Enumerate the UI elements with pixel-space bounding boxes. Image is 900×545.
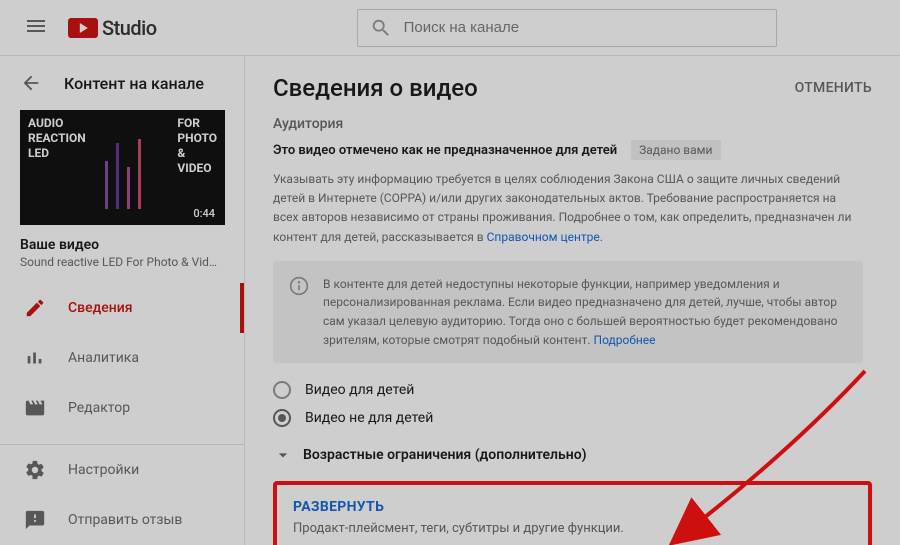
editor-icon <box>24 397 46 419</box>
sidebar-item-details[interactable]: Сведения <box>0 283 244 333</box>
audience-badge: Задано вами <box>631 140 720 160</box>
sidebar-item-label: Настройки <box>68 462 139 478</box>
sidebar-item-label: Аналитика <box>68 350 139 366</box>
search-input[interactable] <box>404 19 764 36</box>
sidebar: Контент на канале AUDIO REACTION LED FOR… <box>0 56 245 545</box>
thumb-text-left: AUDIO REACTION LED <box>28 116 86 161</box>
sidebar-item-editor[interactable]: Редактор <box>0 383 244 433</box>
age-restriction-label: Возрастные ограничения (дополнительно) <box>303 447 587 463</box>
radio-not-for-kids[interactable]: Видео не для детей <box>273 409 872 427</box>
your-video-heading: Ваше видео <box>20 237 224 253</box>
cancel-button[interactable]: ОТМЕНИТЬ <box>795 80 872 96</box>
sidebar-item-settings[interactable]: Настройки <box>0 445 244 495</box>
video-thumbnail[interactable]: AUDIO REACTION LED FOR PHOTO & VIDEO 0:4… <box>20 110 225 225</box>
youtube-icon <box>68 18 98 38</box>
sidebar-item-analytics[interactable]: Аналитика <box>0 333 244 383</box>
radio-icon <box>273 381 291 399</box>
search-icon <box>370 17 392 39</box>
thumb-visualizer <box>105 139 141 209</box>
sidebar-item-label: Сведения <box>68 300 133 316</box>
top-header: Studio <box>0 0 900 56</box>
search-box[interactable] <box>357 9 777 47</box>
back-button[interactable]: Контент на канале <box>0 56 244 110</box>
show-more-subtitle: Продакт-плейсмент, теги, субтитры и друг… <box>293 521 852 536</box>
back-title: Контент на канале <box>64 74 204 93</box>
radio-label: Видео не для детей <box>305 410 433 426</box>
help-link[interactable]: Справочном центре <box>487 230 600 244</box>
logo[interactable]: Studio <box>68 16 157 40</box>
main-content: Сведения о видео ОТМЕНИТЬ Аудитория Это … <box>245 56 900 545</box>
thumb-duration: 0:44 <box>189 206 219 221</box>
page-title: Сведения о видео <box>273 74 478 102</box>
sidebar-item-label: Редактор <box>68 400 130 416</box>
radio-for-kids[interactable]: Видео для детей <box>273 381 872 399</box>
chevron-down-icon <box>273 445 293 465</box>
logo-text: Studio <box>102 16 157 40</box>
feedback-icon <box>24 509 46 531</box>
pencil-icon <box>24 297 46 319</box>
radio-icon <box>273 409 291 427</box>
show-more-button[interactable]: РАЗВЕРНУТЬ <box>293 499 852 515</box>
sidebar-item-feedback[interactable]: Отправить отзыв <box>0 495 244 545</box>
arrow-left-icon <box>20 72 42 94</box>
menu-icon[interactable] <box>16 6 56 50</box>
sidebar-item-label: Отправить отзыв <box>68 512 182 528</box>
info-box: В контенте для детей недоступны некоторы… <box>273 261 863 363</box>
audience-description: Указывать эту информацию требуется в цел… <box>273 170 853 247</box>
radio-label: Видео для детей <box>305 382 414 398</box>
video-title: Sound reactive LED For Photo & Vid… <box>20 255 224 269</box>
analytics-icon <box>24 347 46 369</box>
age-restriction-toggle[interactable]: Возрастные ограничения (дополнительно) <box>273 445 872 465</box>
gear-icon <box>24 459 46 481</box>
audience-heading: Аудитория <box>273 116 872 132</box>
thumb-text-right: FOR PHOTO & VIDEO <box>177 116 217 176</box>
info-icon <box>289 276 309 296</box>
learn-more-link[interactable]: Подробнее <box>594 333 656 347</box>
audience-status: Это видео отмечено как не предназначенно… <box>273 143 617 158</box>
show-more-box[interactable]: РАЗВЕРНУТЬ Продакт-плейсмент, теги, субт… <box>273 481 872 545</box>
